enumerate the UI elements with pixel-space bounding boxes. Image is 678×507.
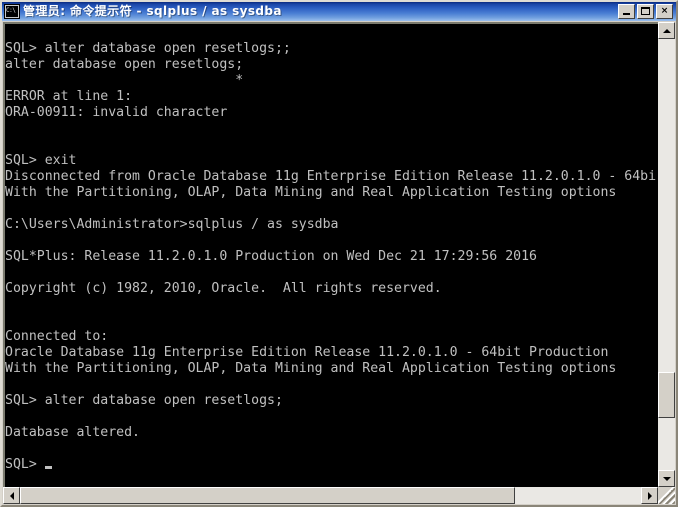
minimize-button[interactable]	[618, 4, 635, 19]
window-client-area: SQL> alter database open resetlogs;; alte…	[2, 21, 676, 505]
terminal-surface[interactable]: SQL> alter database open resetlogs;; alte…	[3, 22, 658, 487]
terminal-line: With the Partitioning, OLAP, Data Mining…	[5, 185, 617, 200]
vertical-scroll-track[interactable]	[658, 39, 675, 470]
terminal-line: ORA-00911: invalid character	[5, 105, 228, 120]
console-row: SQL> alter database open resetlogs;; alte…	[3, 22, 675, 487]
terminal-line: alter database open resetlogs;	[5, 57, 244, 72]
vertical-scroll-thumb[interactable]	[658, 372, 675, 419]
console-icon[interactable]	[4, 4, 20, 19]
terminal-line: *	[5, 73, 244, 88]
terminal-line: SQL> exit	[5, 153, 77, 168]
horizontal-scrollbar[interactable]	[3, 487, 658, 504]
terminal-line: ERROR at line 1:	[5, 89, 133, 104]
terminal-line: SQL>	[5, 457, 658, 473]
terminal-line: Disconnected from Oracle Database 11g En…	[5, 169, 657, 184]
window-controls: ×	[618, 4, 675, 19]
resize-grip[interactable]	[658, 487, 675, 504]
scroll-right-button[interactable]	[641, 487, 658, 504]
terminal-line: C:\Users\Administrator>sqlplus / as sysd…	[5, 217, 339, 232]
maximize-icon	[638, 5, 653, 18]
scroll-left-button[interactable]	[3, 487, 20, 504]
terminal-text: SQL> alter database open resetlogs;; alte…	[5, 25, 658, 473]
terminal-line: SQL> alter database open resetlogs;	[5, 393, 283, 408]
terminal-line: SQL*Plus: Release 11.2.0.1.0 Production …	[5, 249, 537, 264]
console-window: 管理员: 命令提示符 - sqlplus / as sysdba × SQL> …	[0, 0, 678, 507]
maximize-button[interactable]	[637, 4, 654, 19]
scroll-up-button[interactable]	[658, 22, 675, 39]
terminal-line: Database altered.	[5, 425, 140, 440]
horizontal-scroll-track[interactable]	[20, 487, 641, 504]
text-cursor	[44, 466, 52, 469]
title-bar[interactable]: 管理员: 命令提示符 - sqlplus / as sysdba ×	[2, 2, 676, 21]
window-title: 管理员: 命令提示符 - sqlplus / as sysdba	[23, 4, 282, 18]
terminal-line: SQL> alter database open resetlogs;;	[5, 41, 291, 56]
terminal-line: With the Partitioning, OLAP, Data Mining…	[5, 361, 617, 376]
close-button[interactable]: ×	[656, 4, 673, 19]
horizontal-scrollbar-row	[3, 487, 675, 504]
close-icon: ×	[660, 6, 669, 16]
scroll-down-button[interactable]	[658, 470, 675, 487]
vertical-scrollbar[interactable]	[658, 22, 675, 487]
terminal-line: Connected to:	[5, 329, 109, 344]
terminal-line: Oracle Database 11g Enterprise Edition R…	[5, 345, 609, 360]
terminal-line: Copyright (c) 1982, 2010, Oracle. All ri…	[5, 281, 442, 296]
minimize-icon	[619, 5, 634, 18]
horizontal-scroll-thumb[interactable]	[20, 487, 515, 504]
